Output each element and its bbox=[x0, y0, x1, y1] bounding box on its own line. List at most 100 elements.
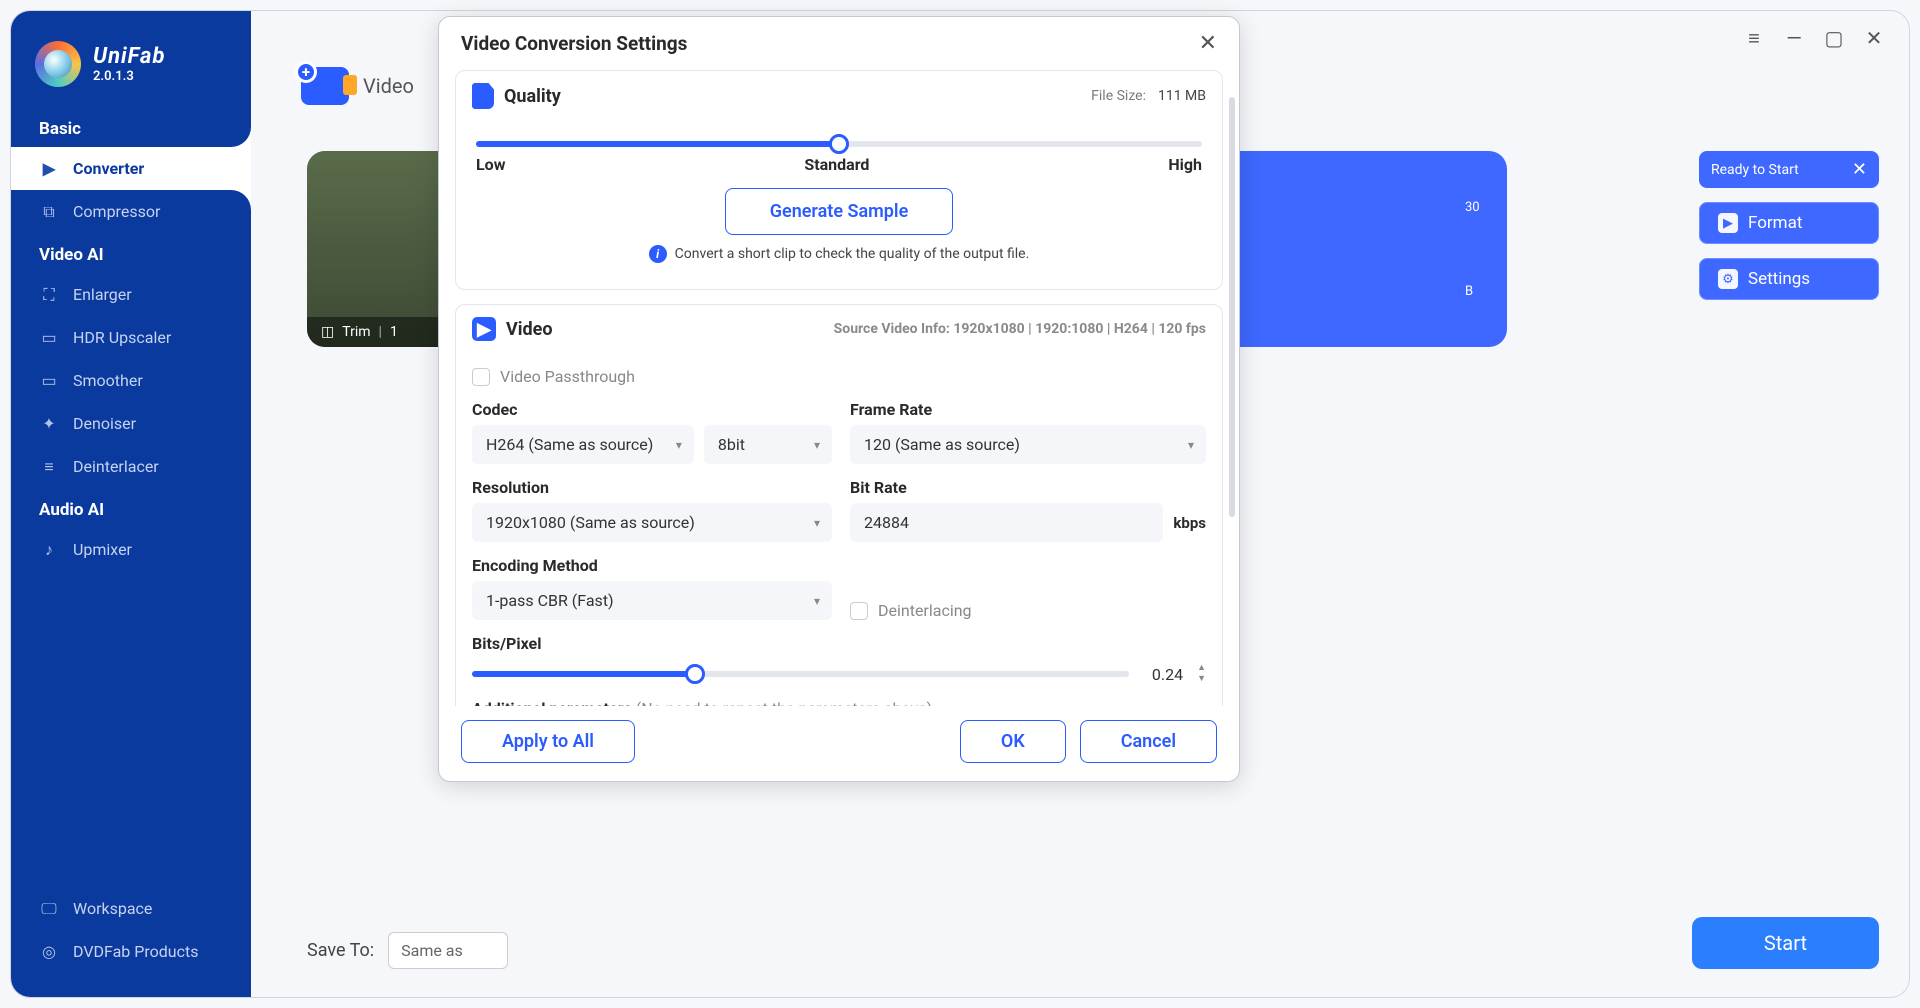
app-name: UniFab bbox=[93, 44, 165, 69]
deinterlacing-checkbox[interactable] bbox=[850, 602, 868, 620]
file-size-label: File Size: bbox=[1091, 88, 1146, 104]
status-label: Ready to Start bbox=[1711, 162, 1799, 178]
deinterlacing-label: Deinterlacing bbox=[878, 601, 972, 620]
bitrate-input[interactable] bbox=[850, 503, 1163, 542]
add-video-icon: + bbox=[301, 67, 349, 105]
bitrate-label: Bit Rate bbox=[850, 478, 1206, 497]
remove-item-icon[interactable]: ✕ bbox=[1852, 159, 1867, 180]
file-icon bbox=[472, 83, 494, 109]
app-logo: UniFab 2.0.1.3 bbox=[11, 31, 251, 107]
sidebar-item-label: Compressor bbox=[73, 202, 160, 221]
monitor-icon: 🖵 bbox=[39, 900, 59, 918]
play-icon: ▶ bbox=[1718, 213, 1738, 233]
quality-title: Quality bbox=[504, 86, 561, 107]
logo-icon bbox=[35, 41, 81, 87]
modal-close-icon[interactable]: ✕ bbox=[1199, 31, 1217, 56]
encoding-select[interactable]: 1-pass CBR (Fast) bbox=[472, 581, 832, 620]
passthrough-checkbox[interactable] bbox=[472, 368, 490, 386]
framerate-select[interactable]: 120 (Same as source) bbox=[850, 425, 1206, 464]
bpp-slider[interactable] bbox=[472, 671, 1129, 677]
play-icon: ▶ bbox=[472, 317, 496, 341]
sidebar-item-label: HDR Upscaler bbox=[73, 328, 171, 347]
quality-info: Convert a short clip to check the qualit… bbox=[675, 246, 1030, 262]
sidebar-item-enlarger[interactable]: ⛶ Enlarger bbox=[11, 273, 251, 316]
close-icon[interactable]: ✕ bbox=[1863, 29, 1885, 47]
video-section: ▶ Video Source Video Info: 1920x1080 | 1… bbox=[455, 304, 1223, 706]
sidebar-item-converter[interactable]: ▶ Converter bbox=[11, 147, 251, 190]
sidebar-item-upmixer[interactable]: ♪ Upmixer bbox=[11, 528, 251, 571]
settings-button[interactable]: ⚙ Settings bbox=[1699, 258, 1879, 300]
encoding-label: Encoding Method bbox=[472, 556, 832, 575]
bitrate-unit: kbps bbox=[1173, 514, 1206, 532]
info-icon: i bbox=[649, 245, 667, 263]
sidebar-item-label: Smoother bbox=[73, 371, 143, 390]
quality-low: Low bbox=[476, 155, 505, 174]
additional-params-label: Additional parameters bbox=[472, 699, 632, 706]
sidebar-item-label: Upmixer bbox=[73, 540, 132, 559]
sidebar-item-hdr[interactable]: ▭ HDR Upscaler bbox=[11, 316, 251, 359]
framerate-label: Frame Rate bbox=[850, 400, 1206, 419]
quality-high: High bbox=[1168, 155, 1202, 174]
sidebar-item-workspace[interactable]: 🖵 Workspace bbox=[11, 887, 251, 930]
play-square-icon: ▶ bbox=[39, 160, 59, 178]
save-to-input[interactable] bbox=[388, 932, 508, 969]
menu-icon[interactable]: ≡ bbox=[1743, 29, 1765, 47]
additional-params-hint: (No need to repeat the parameters above) bbox=[636, 699, 932, 706]
section-video-ai: Video AI bbox=[11, 233, 251, 273]
sidebar-item-dvdfab[interactable]: ◎ DVDFab Products bbox=[11, 930, 251, 973]
enlarge-icon: ⛶ bbox=[39, 286, 59, 304]
upmix-icon: ♪ bbox=[39, 541, 59, 559]
format-button[interactable]: ▶ Format bbox=[1699, 202, 1879, 244]
resolution-label: Resolution bbox=[472, 478, 832, 497]
cancel-button[interactable]: Cancel bbox=[1080, 720, 1217, 763]
scrollbar[interactable] bbox=[1229, 97, 1235, 517]
sidebar-item-smoother[interactable]: ▭ Smoother bbox=[11, 359, 251, 402]
status-ready: Ready to Start ✕ bbox=[1699, 151, 1879, 188]
sidebar-item-label: Denoiser bbox=[73, 414, 136, 433]
denoise-icon: ✦ bbox=[39, 415, 59, 433]
dvdfab-icon: ◎ bbox=[39, 943, 59, 961]
start-button[interactable]: Start bbox=[1692, 917, 1879, 969]
generate-sample-button[interactable]: Generate Sample bbox=[725, 188, 954, 235]
quality-standard: Standard bbox=[804, 155, 869, 174]
sidebar-item-label: DVDFab Products bbox=[73, 942, 198, 961]
ok-button[interactable]: OK bbox=[960, 720, 1066, 763]
sidebar-item-deinterlacer[interactable]: ≡ Deinterlacer bbox=[11, 445, 251, 488]
format-label: Format bbox=[1748, 213, 1802, 233]
resolution-select[interactable]: 1920x1080 (Same as source) bbox=[472, 503, 832, 542]
maximize-icon[interactable]: ▢ bbox=[1823, 29, 1845, 47]
sidebar-item-denoiser[interactable]: ✦ Denoiser bbox=[11, 402, 251, 445]
video-title: Video bbox=[506, 319, 553, 340]
deinterlace-icon: ≡ bbox=[39, 458, 59, 476]
trim-label[interactable]: Trim bbox=[342, 324, 370, 340]
settings-label: Settings bbox=[1748, 269, 1810, 289]
bpp-label: Bits/Pixel bbox=[472, 634, 1206, 653]
file-size-value: 111 MB bbox=[1158, 88, 1206, 104]
quality-slider[interactable] bbox=[476, 141, 1202, 147]
sidebar: UniFab 2.0.1.3 Basic ▶ Converter ⧉ Compr… bbox=[11, 11, 251, 997]
bpp-stepper[interactable]: ▲▼ bbox=[1197, 664, 1206, 684]
settings-modal: Video Conversion Settings ✕ Quality File… bbox=[438, 16, 1240, 782]
source-video-info: Source Video Info: 1920x1080 | 1920:1080… bbox=[834, 321, 1206, 337]
depth-select[interactable]: 8bit bbox=[704, 425, 832, 464]
sidebar-item-label: Workspace bbox=[73, 899, 152, 918]
bpp-value: 0.24 bbox=[1143, 665, 1183, 684]
slider-thumb[interactable] bbox=[829, 134, 849, 154]
bpp-slider-thumb[interactable] bbox=[685, 664, 705, 684]
sidebar-item-label: Enlarger bbox=[73, 285, 132, 304]
save-to-label: Save To: bbox=[307, 940, 374, 961]
compress-icon: ⧉ bbox=[39, 203, 59, 221]
card-text-2: B bbox=[1465, 284, 1473, 299]
apply-to-all-button[interactable]: Apply to All bbox=[461, 720, 635, 763]
codec-select[interactable]: H264 (Same as source) bbox=[472, 425, 694, 464]
hdr-icon: ▭ bbox=[39, 329, 59, 347]
codec-label: Codec bbox=[472, 400, 832, 419]
crop-icon: ◫ bbox=[321, 324, 334, 340]
sidebar-item-compressor[interactable]: ⧉ Compressor bbox=[11, 190, 251, 233]
minimize-icon[interactable]: — bbox=[1783, 29, 1805, 47]
section-audio-ai: Audio AI bbox=[11, 488, 251, 528]
add-video-label: Video bbox=[363, 74, 414, 98]
quality-section: Quality File Size: 111 MB Low Standard H… bbox=[455, 70, 1223, 290]
add-video-button[interactable]: + Video bbox=[301, 67, 414, 105]
section-basic: Basic bbox=[11, 107, 251, 147]
